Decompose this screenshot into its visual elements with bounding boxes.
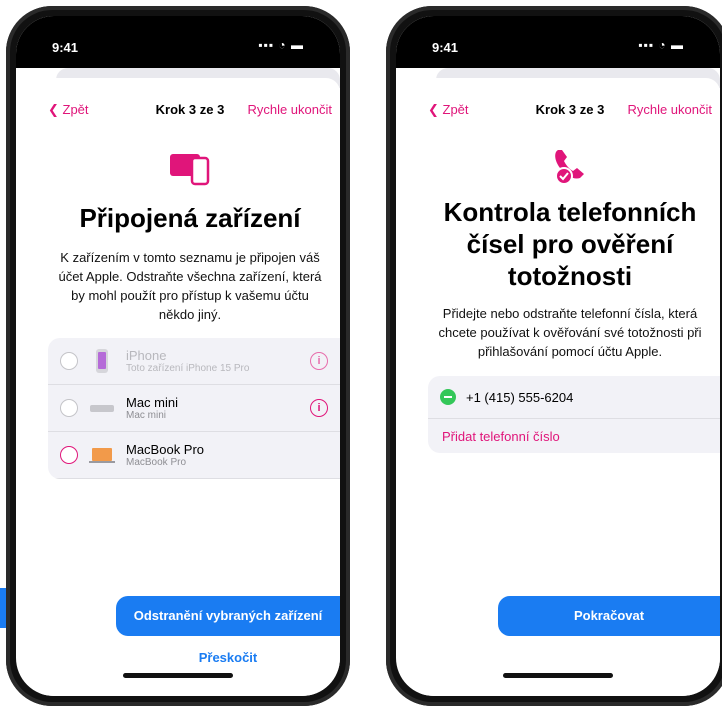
sheet: ❮ Zpět Krok 3 ze 3 Rychle ukončit Kontro… <box>420 78 720 696</box>
radio-button[interactable] <box>60 399 78 417</box>
quick-exit-button[interactable]: Rychle ukončit <box>627 102 712 117</box>
radio-button[interactable] <box>60 352 78 370</box>
status-indicators: ▪▪▪ ◔ ▬ <box>638 38 684 52</box>
page-title: Připojená zařízení <box>79 203 301 233</box>
phone-right: 9:41 ▪▪▪ ◔ ▬ ❮ Zpět Krok 3 ze 3 Rychle u… <box>386 6 722 706</box>
device-detail: MacBook Pro <box>126 457 187 468</box>
skip-button[interactable]: Přeskočit <box>116 650 340 665</box>
mac-mini-icon <box>88 402 116 414</box>
device-detail: Toto zařízení iPhone 15 Pro <box>126 363 250 374</box>
nav-bar: ❮ Zpět Krok 3 ze 3 Rychle ukončit <box>420 102 720 124</box>
status-time: 9:41 <box>432 40 459 55</box>
status-bar: 9:41 ▪▪▪ ◔ ▬ <box>396 16 720 68</box>
device-detail: Mac mini <box>126 410 167 421</box>
status-indicators: ▪▪▪ ◔ ▬ <box>258 38 304 52</box>
device-name: iPhone <box>126 348 167 363</box>
status-bar: 9:41 ▪▪▪ ◔ ▬ <box>16 16 340 68</box>
home-indicator <box>123 673 233 678</box>
phone-number-list: +1 (415) 555-6204 Přidat telefonní číslo <box>428 376 720 453</box>
phone-left: 9:41 ▪▪▪ ◔ ▬ ❮ Zpět Krok 3 ze 3 Rychle u… <box>6 6 350 706</box>
info-icon[interactable]: i <box>310 399 328 417</box>
add-phone-label: Přidat telefonní číslo <box>442 428 560 444</box>
home-indicator <box>503 673 613 678</box>
phone-number-row[interactable]: +1 (415) 555-6204 <box>428 376 720 419</box>
info-icon[interactable]: i <box>310 352 328 370</box>
iphone-icon <box>88 348 116 374</box>
macbook-icon <box>88 446 116 464</box>
sheet: ❮ Zpět Krok 3 ze 3 Rychle ukončit Připoj… <box>40 78 340 696</box>
radio-button[interactable] <box>60 446 78 464</box>
device-row-iphone[interactable]: iPhone Toto zařízení iPhone 15 Pro i <box>48 338 340 385</box>
remove-minus-icon[interactable] <box>440 389 456 405</box>
screen-left: 9:41 ▪▪▪ ◔ ▬ ❮ Zpět Krok 3 ze 3 Rychle u… <box>16 16 340 696</box>
remove-selected-devices-button[interactable]: Odstranění vybraných zařízení <box>116 596 340 636</box>
continue-button[interactable]: Pokračovat <box>498 596 720 636</box>
quick-exit-button[interactable]: Rychle ukončit <box>247 102 332 117</box>
page-title: Kontrola telefonních čísel pro ověření t… <box>443 197 697 291</box>
add-phone-number-button[interactable]: Přidat telefonní číslo <box>428 419 720 453</box>
phone-checkmark-icon <box>550 146 590 191</box>
status-time: 9:41 <box>52 40 79 55</box>
device-list: iPhone Toto zařízení iPhone 15 Pro i Mac… <box>48 338 340 479</box>
devices-icon <box>168 150 212 191</box>
device-name: Mac mini <box>126 395 179 410</box>
device-row-macbook-pro[interactable]: MacBook Pro MacBook Pro <box>48 432 340 479</box>
page-subtitle: Přidejte nebo odstraňte telefonní čísla,… <box>438 306 702 359</box>
page-subtitle: K zařízením v tomto seznamu je připojen … <box>58 250 322 322</box>
device-row-mac-mini[interactable]: Mac mini Mac mini i <box>48 385 340 432</box>
nav-bar: ❮ Zpět Krok 3 ze 3 Rychle ukončit <box>40 102 340 124</box>
screen-right: 9:41 ▪▪▪ ◔ ▬ ❮ Zpět Krok 3 ze 3 Rychle u… <box>396 16 720 696</box>
device-name: MacBook Pro <box>126 442 205 457</box>
phone-number: +1 (415) 555-6204 <box>466 389 574 405</box>
